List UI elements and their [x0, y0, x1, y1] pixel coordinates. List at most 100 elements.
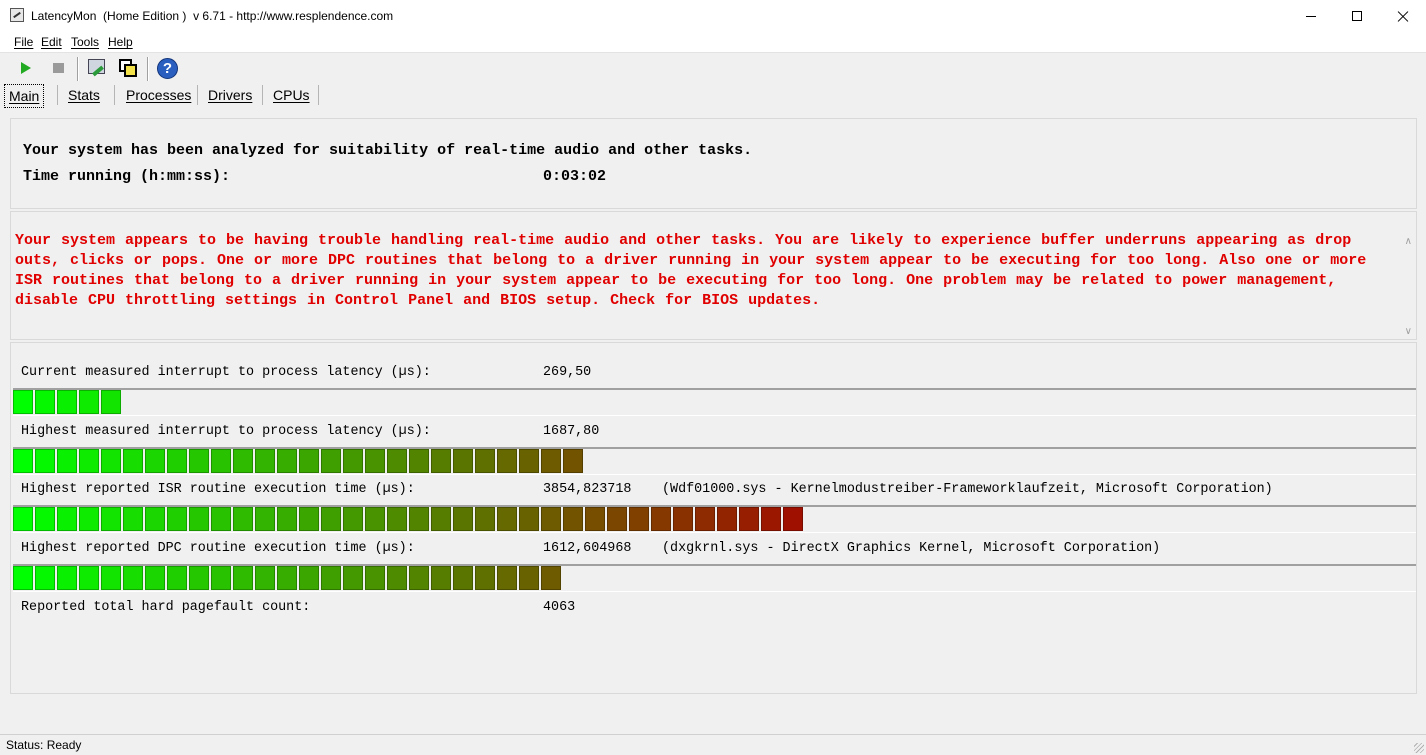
meter-segment — [35, 566, 55, 590]
meter-segment — [57, 390, 77, 414]
meter-segment — [431, 507, 451, 531]
meter-segment — [453, 507, 473, 531]
meter-segment — [57, 507, 77, 531]
meter-segment — [123, 566, 143, 590]
meter-segment — [387, 566, 407, 590]
meter-label: Highest reported DPC routine execution t… — [21, 541, 415, 556]
help-button[interactable]: ? — [156, 57, 178, 79]
meter-segment — [277, 507, 297, 531]
meter-segment — [167, 449, 187, 473]
status-text: Status: Ready — [6, 738, 82, 752]
cpu-button[interactable] — [117, 57, 139, 79]
meter-segment — [651, 507, 671, 531]
meter-segment — [739, 507, 759, 531]
meter-segment — [79, 449, 99, 473]
pagefault-value: 4063 — [543, 600, 576, 615]
toolbar-separator — [147, 57, 149, 81]
meter-segment — [475, 507, 495, 531]
tab-drivers[interactable]: Drivers — [208, 83, 252, 107]
menu-tools[interactable]: Tools — [71, 35, 99, 49]
menu-edit[interactable]: Edit — [41, 35, 62, 49]
latency-meters-panel: Current measured interrupt to process la… — [10, 342, 1417, 694]
time-running-value: 0:03:02 — [543, 168, 607, 185]
minimize-icon — [1306, 16, 1316, 17]
menu-bar: File Edit Tools Help — [0, 32, 1426, 53]
meter-segment — [431, 566, 451, 590]
meter-fill — [13, 449, 585, 475]
start-monitoring-button[interactable] — [15, 57, 37, 79]
status-bar: Status: Ready — [0, 734, 1426, 755]
meter-segment — [211, 507, 231, 531]
menu-file[interactable]: File — [14, 35, 33, 49]
maximize-icon — [1352, 11, 1362, 21]
close-button[interactable] — [1380, 0, 1426, 32]
meter-segment — [101, 507, 121, 531]
meter-segment — [277, 566, 297, 590]
scroll-down-icon[interactable]: ∨ — [1405, 326, 1412, 337]
meter-segment — [255, 566, 275, 590]
meter-value: 1687,80 — [543, 424, 600, 439]
tab-stats[interactable]: Stats — [68, 83, 100, 107]
meter-segment — [189, 507, 209, 531]
toolbar: ? — [0, 53, 1426, 83]
window-title: LatencyMon (Home Edition ) v 6.71 - http… — [31, 9, 394, 23]
meter-label: Highest reported ISR routine execution t… — [21, 482, 415, 497]
meter-segment — [145, 566, 165, 590]
maximize-button[interactable] — [1334, 0, 1380, 32]
play-icon — [21, 62, 31, 74]
meter-segment — [321, 449, 341, 473]
meter-segment — [13, 449, 33, 473]
scroll-up-icon[interactable]: ∧ — [1405, 236, 1412, 247]
meter-segment — [585, 507, 605, 531]
meter-segment — [13, 507, 33, 531]
current-latency-meter — [13, 388, 1416, 416]
resize-grip-icon[interactable] — [1414, 743, 1424, 753]
meter-label: Current measured interrupt to process la… — [21, 365, 431, 380]
meter-segment — [299, 507, 319, 531]
tab-main[interactable]: Main — [4, 84, 45, 108]
meter-segment — [255, 449, 275, 473]
meter-segment — [475, 449, 495, 473]
meter-segment — [299, 449, 319, 473]
meter-segment — [761, 507, 781, 531]
analysis-headline: Your system has been analyzed for suitab… — [23, 142, 753, 159]
meter-segment — [431, 449, 451, 473]
dpc-execution-meter — [13, 564, 1416, 592]
menu-help[interactable]: Help — [108, 35, 133, 49]
meter-fill — [13, 507, 805, 533]
stop-monitoring-button[interactable] — [47, 57, 69, 79]
help-icon: ? — [157, 58, 178, 79]
meter-segment — [233, 449, 253, 473]
stop-icon — [53, 63, 64, 73]
meter-value: 3854,823718 — [543, 482, 632, 497]
minimize-button[interactable] — [1288, 0, 1334, 32]
meter-segment — [409, 507, 429, 531]
meter-segment — [563, 449, 583, 473]
meter-segment — [607, 507, 627, 531]
meter-segment — [167, 507, 187, 531]
tab-cpus[interactable]: CPUs — [273, 83, 310, 107]
meter-segment — [123, 449, 143, 473]
meter-segment — [145, 449, 165, 473]
meter-segment — [189, 566, 209, 590]
meter-fill — [13, 390, 123, 416]
title-bar: LatencyMon (Home Edition ) v 6.71 - http… — [0, 0, 1426, 32]
meter-segment — [409, 566, 429, 590]
meter-segment — [233, 566, 253, 590]
meter-segment — [365, 566, 385, 590]
drivers-button[interactable] — [86, 57, 108, 79]
meter-segment — [79, 390, 99, 414]
meter-segment — [35, 449, 55, 473]
meter-segment — [233, 507, 253, 531]
meter-segment — [365, 449, 385, 473]
isr-execution-meter — [13, 505, 1416, 533]
meter-driver: (dxgkrnl.sys - DirectX Graphics Kernel, … — [662, 541, 1161, 556]
meter-segment — [79, 566, 99, 590]
meter-segment — [13, 390, 33, 414]
meter-segment — [255, 507, 275, 531]
meter-segment — [277, 449, 297, 473]
meter-segment — [343, 566, 363, 590]
meter-segment — [695, 507, 715, 531]
tab-processes[interactable]: Processes — [126, 83, 191, 107]
meter-segment — [321, 507, 341, 531]
